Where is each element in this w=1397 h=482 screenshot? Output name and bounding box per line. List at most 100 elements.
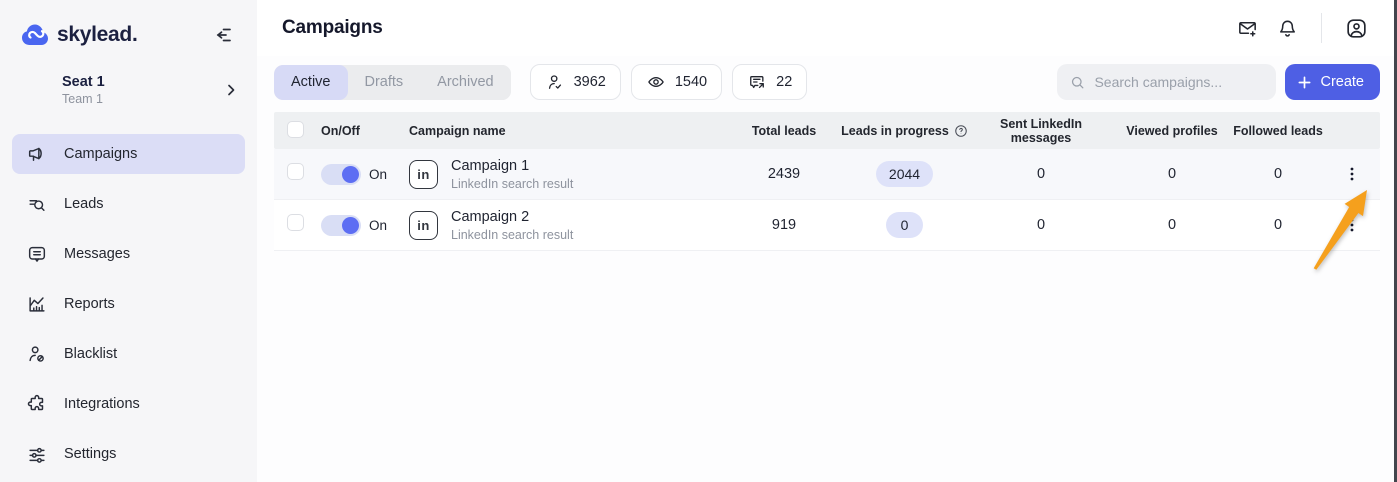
column-header-followed-leads: Followed leads xyxy=(1233,123,1323,138)
eye-icon xyxy=(646,72,666,92)
sidebar-item-messages[interactable]: Messages xyxy=(12,234,245,274)
campaign-subtitle: LinkedIn search result xyxy=(451,176,574,191)
row-checkbox[interactable] xyxy=(287,163,304,180)
sidebar-item-reports[interactable]: Reports xyxy=(12,284,245,324)
sidebar-item-settings[interactable]: Settings xyxy=(12,434,245,474)
campaign-name[interactable]: Campaign 1 xyxy=(451,158,573,174)
collapse-sidebar-icon[interactable] xyxy=(211,23,235,47)
stat-chip-views[interactable]: 1540 xyxy=(630,64,723,100)
plus-icon xyxy=(1297,75,1312,90)
skylead-logo[interactable]: skylead. xyxy=(20,20,138,50)
puzzle-icon xyxy=(26,393,48,415)
leads-in-progress-badge: 0 xyxy=(886,212,923,238)
person-block-icon xyxy=(26,343,48,365)
toggle-label: On xyxy=(369,166,388,182)
column-header-viewed-profiles: Viewed profiles xyxy=(1126,123,1218,138)
search-icon xyxy=(1069,74,1086,91)
column-header-total-leads: Total leads xyxy=(751,123,817,138)
table-header-row: On/Off Campaign name Total leads Leads i… xyxy=(274,112,1380,149)
sidebar-item-label: Reports xyxy=(64,296,115,312)
sliders-icon xyxy=(26,443,48,465)
column-header-leads-in-progress: Leads in progress xyxy=(839,124,970,138)
stat-chip-leads[interactable]: 3962 xyxy=(529,64,621,100)
row-menu-dots-icon[interactable] xyxy=(1338,211,1366,239)
campaign-name[interactable]: Campaign 2 xyxy=(451,209,573,225)
stat-chips: 3962 1540 22 xyxy=(529,64,808,100)
sidebar-item-integrations[interactable]: Integrations xyxy=(12,384,245,424)
topbar-divider xyxy=(1321,13,1322,43)
message-bubble-icon xyxy=(26,243,48,265)
linkedin-icon: in xyxy=(409,210,438,240)
seat-team: Team 1 xyxy=(62,92,103,106)
campaign-toggle[interactable] xyxy=(321,163,361,185)
tab-drafts[interactable]: Drafts xyxy=(347,64,421,100)
sidebar-nav: Campaigns Leads Messages Reports Blackli… xyxy=(0,134,257,474)
leads-in-progress-badge: 2044 xyxy=(875,161,934,187)
sidebar-item-label: Settings xyxy=(64,446,117,462)
stat-value: 22 xyxy=(776,74,793,90)
viewed-profiles-value: 0 xyxy=(1167,166,1177,182)
sidebar-item-leads[interactable]: Leads xyxy=(12,184,245,224)
tab-active[interactable]: Active xyxy=(274,64,348,100)
linkedin-icon: in xyxy=(409,159,438,189)
create-button-label: Create xyxy=(1320,74,1364,90)
sidebar-item-label: Leads xyxy=(64,196,104,212)
seat-name: Seat 1 xyxy=(62,74,105,90)
topbar: Campaigns xyxy=(257,0,1394,56)
row-menu-dots-icon[interactable] xyxy=(1338,160,1366,188)
sidebar-item-campaigns[interactable]: Campaigns xyxy=(12,134,245,174)
followed-leads-value: 0 xyxy=(1273,217,1283,233)
filter-right: Create xyxy=(1057,64,1380,100)
sidebar-item-blacklist[interactable]: Blacklist xyxy=(12,334,245,374)
column-header-sent-messages: Sent LinkedIn messages xyxy=(1000,116,1082,145)
skylead-cloud-icon xyxy=(22,24,48,45)
search-input[interactable] xyxy=(1094,74,1265,90)
campaign-toggle[interactable] xyxy=(321,214,361,236)
sidebar-header: skylead. xyxy=(0,14,257,50)
notifications-bell-icon[interactable] xyxy=(1267,10,1307,46)
toggle-label: On xyxy=(369,217,388,233)
help-circle-icon[interactable] xyxy=(954,124,968,138)
tab-archived[interactable]: Archived xyxy=(420,64,511,100)
leads-search-icon xyxy=(26,193,48,215)
table-row[interactable]: On in Campaign 2 LinkedIn search result … xyxy=(274,200,1380,251)
app-window: skylead. Seat 1 Team 1 Campaigns Leads M… xyxy=(0,0,1397,482)
topbar-actions xyxy=(1227,10,1376,46)
total-leads-value: 2439 xyxy=(767,166,801,182)
seat-selector[interactable]: Seat 1 Team 1 xyxy=(0,50,257,106)
new-message-icon[interactable] xyxy=(1227,10,1267,46)
brand-name: skylead. xyxy=(57,23,138,46)
megaphone-icon xyxy=(26,143,48,165)
account-avatar-icon[interactable] xyxy=(1336,10,1376,46)
sidebar-item-label: Integrations xyxy=(64,396,140,412)
stat-chip-messages[interactable]: 22 xyxy=(732,64,808,100)
create-button[interactable]: Create xyxy=(1285,64,1380,100)
campaign-status-tabs: Active Drafts Archived xyxy=(274,64,511,100)
viewed-profiles-value: 0 xyxy=(1167,217,1177,233)
select-all-checkbox[interactable] xyxy=(287,120,304,138)
row-checkbox[interactable] xyxy=(287,214,304,231)
stat-value: 3962 xyxy=(573,74,606,90)
page-title: Campaigns xyxy=(282,17,383,38)
table-row[interactable]: On in Campaign 1 LinkedIn search result … xyxy=(274,149,1380,200)
column-header-onoff: On/Off xyxy=(321,123,360,138)
seat-info: Seat 1 Team 1 xyxy=(62,74,105,106)
sent-messages-value: 0 xyxy=(1036,166,1046,182)
chevron-right-icon[interactable] xyxy=(223,82,239,98)
message-share-icon xyxy=(747,72,767,92)
search-campaigns-box[interactable] xyxy=(1057,64,1277,100)
stat-value: 1540 xyxy=(674,74,708,90)
sidebar-item-label: Messages xyxy=(64,246,131,262)
chart-icon xyxy=(26,293,48,315)
campaign-subtitle: LinkedIn search result xyxy=(451,227,574,242)
total-leads-value: 919 xyxy=(771,217,797,233)
sidebar: skylead. Seat 1 Team 1 Campaigns Leads M… xyxy=(0,0,257,482)
column-header-campaign-name: Campaign name xyxy=(409,123,506,138)
sidebar-item-label: Campaigns xyxy=(64,146,138,162)
filter-row: Active Drafts Archived 3962 1540 22 Sear… xyxy=(257,56,1394,108)
sent-messages-value: 0 xyxy=(1036,217,1046,233)
sidebar-item-label: Blacklist xyxy=(64,346,118,362)
campaigns-table: On/Off Campaign name Total leads Leads i… xyxy=(274,112,1380,251)
main-area: Campaigns Active Drafts Archived 3962 15… xyxy=(257,0,1394,482)
person-check-icon xyxy=(545,72,565,92)
